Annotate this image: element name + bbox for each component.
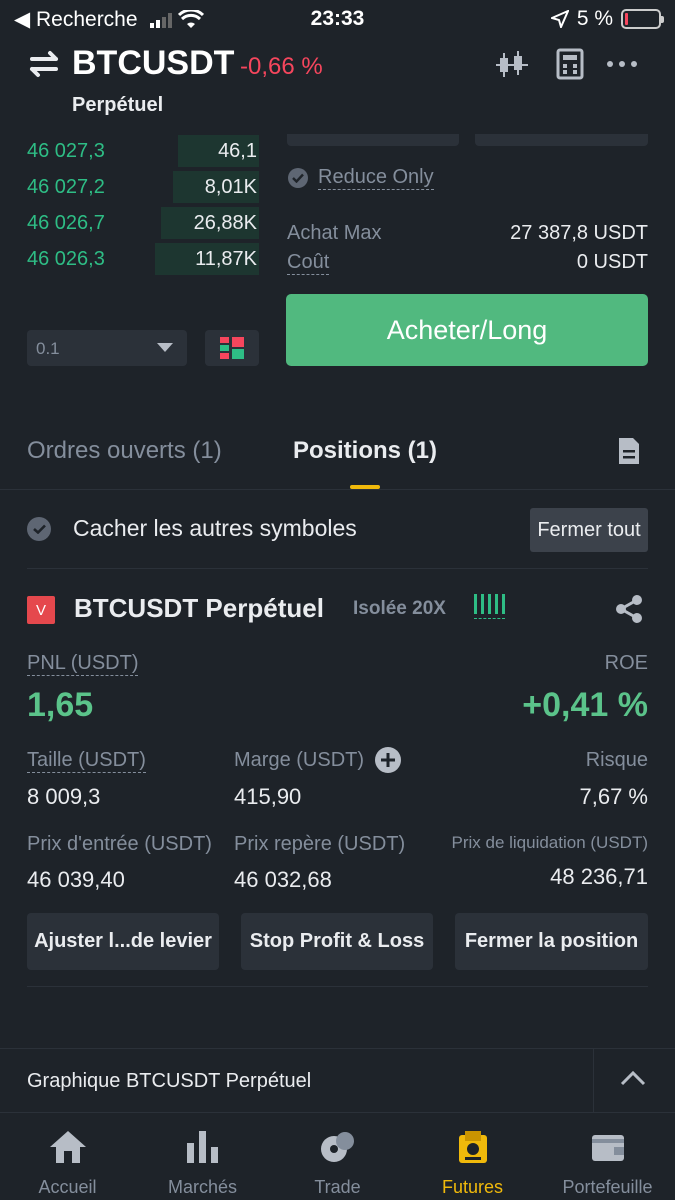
precision-value: 0.1 — [36, 339, 60, 358]
orderbook-price: 46 026,3 — [27, 248, 105, 270]
share-icon[interactable] — [615, 594, 643, 624]
risk-label: Risque — [585, 749, 648, 771]
home-icon — [49, 1131, 86, 1163]
price-field[interactable] — [287, 134, 459, 146]
bottom-nav: Accueil Marchés Trade Futures Portefeuil… — [0, 1112, 675, 1200]
nav-label: Trade — [314, 1177, 361, 1197]
candlestick-chart-icon[interactable] — [496, 48, 528, 80]
orderbook-price: 46 027,2 — [27, 176, 105, 198]
status-right: 5 % — [550, 7, 664, 31]
nav-label: Futures — [441, 1177, 504, 1197]
nav-label: Marchés — [167, 1177, 238, 1197]
mark-price-label: Prix repère (USDT) — [234, 833, 406, 855]
divider — [0, 1048, 675, 1049]
location-icon — [550, 10, 569, 28]
tab-open-orders[interactable]: Ordres ouverts (1) — [27, 437, 222, 465]
nav-trade[interactable]: Trade — [270, 1113, 405, 1200]
nav-label: Portefeuille — [562, 1177, 653, 1197]
orderbook-price: 46 026,7 — [27, 212, 105, 234]
size-label[interactable]: Taille (USDT) — [27, 749, 146, 773]
chevron-up-icon — [620, 1070, 646, 1086]
margin-mode: Isolée 20X — [353, 598, 446, 619]
check-icon[interactable] — [27, 516, 51, 541]
calculator-icon[interactable] — [554, 48, 586, 80]
symbol-title[interactable]: BTCUSDT — [72, 44, 234, 83]
divider — [0, 489, 675, 490]
check-icon[interactable] — [288, 168, 308, 188]
roe-label: ROE — [604, 652, 648, 674]
cost-value: 0 USDT — [576, 251, 648, 273]
roe-value: +0,41 % — [522, 686, 648, 724]
side-badge: V — [27, 596, 55, 624]
orderbook-row[interactable]: 46 026,7 26,88K — [27, 207, 259, 239]
orderbook-qty: 26,88K — [193, 212, 257, 234]
nav-markets[interactable]: Marchés — [135, 1113, 270, 1200]
swap-icon[interactable] — [28, 50, 60, 78]
hide-other-symbols-toggle[interactable]: Cacher les autres symboles — [27, 515, 357, 542]
close-position-button[interactable]: Fermer la position — [455, 913, 648, 970]
divider — [27, 568, 648, 569]
buy-long-button[interactable]: Acheter/Long — [286, 294, 648, 366]
nav-label: Accueil — [38, 1177, 97, 1197]
leverage-bars-icon — [474, 594, 505, 619]
battery-percent: 5 % — [576, 7, 613, 30]
chart-section-title[interactable]: Graphique BTCUSDT Perpétuel — [27, 1070, 311, 1093]
expand-chart-button[interactable] — [593, 1048, 675, 1112]
margin-label: Marge (USDT) — [234, 749, 365, 771]
entry-price-label: Prix d'entrée (USDT) — [27, 833, 212, 855]
markets-icon — [186, 1131, 218, 1163]
add-margin-icon[interactable] — [374, 746, 402, 774]
tab-positions[interactable]: Positions (1) — [293, 437, 437, 465]
adjust-leverage-button[interactable]: Ajuster l...de levier — [27, 913, 219, 970]
precision-select[interactable]: 0.1 — [27, 330, 187, 366]
liquidation-price-label: Prix de liquidation (USDT) — [451, 833, 648, 852]
orderbook-price: 46 027,3 — [27, 140, 105, 162]
orderbook-qty: 46,1 — [218, 140, 257, 162]
amount-field[interactable] — [475, 134, 648, 146]
price-change: -0,66 % — [240, 53, 323, 80]
orderbook-row[interactable]: 46 027,2 8,01K — [27, 171, 259, 203]
risk-value: 7,67 % — [579, 784, 649, 809]
pnl-label[interactable]: PNL (USDT) — [27, 652, 139, 676]
hide-other-symbols-label: Cacher les autres symboles — [73, 515, 357, 541]
orderbook-layout-icon[interactable] — [205, 330, 259, 366]
liquidation-price-value: 48 236,71 — [550, 864, 648, 889]
position-title[interactable]: BTCUSDT Perpétuel — [74, 593, 324, 624]
orderbook-qty: 8,01K — [204, 176, 257, 198]
more-icon[interactable] — [606, 48, 638, 80]
chevron-down-icon — [157, 343, 173, 352]
divider — [27, 986, 648, 987]
order-history-icon[interactable] — [617, 436, 641, 466]
futures-icon — [458, 1131, 487, 1163]
size-value: 8 009,3 — [27, 784, 101, 809]
margin-value: 415,90 — [234, 784, 302, 809]
pnl-value: 1,65 — [27, 686, 94, 724]
trade-icon — [320, 1132, 354, 1162]
tp-sl-button[interactable]: Stop Profit & Loss — [241, 913, 433, 970]
orderbook-row[interactable]: 46 026,3 11,87K — [27, 243, 259, 275]
nav-home[interactable]: Accueil — [0, 1113, 135, 1200]
reduce-only-label: Reduce Only — [318, 166, 434, 190]
orderbook-qty: 11,87K — [195, 248, 257, 270]
nav-wallet[interactable]: Portefeuille — [540, 1113, 675, 1200]
max-buy-value: 27 387,8 USDT — [510, 222, 648, 244]
mark-price-value: 46 032,68 — [234, 867, 332, 892]
contract-type: Perpétuel — [72, 94, 164, 116]
nav-futures[interactable]: Futures — [405, 1113, 540, 1200]
reduce-only-toggle[interactable]: Reduce Only — [288, 166, 434, 190]
orderbook-row[interactable]: 46 027,3 46,1 — [27, 135, 259, 167]
battery-icon — [621, 9, 664, 29]
entry-price-value: 46 039,40 — [27, 867, 125, 892]
cost-label[interactable]: Coût — [287, 251, 330, 275]
close-all-button[interactable]: Fermer tout — [530, 508, 648, 552]
max-buy-label: Achat Max — [287, 222, 382, 244]
wallet-icon — [591, 1135, 624, 1161]
status-bar: ◀ Recherche 23:33 5 % — [0, 0, 675, 38]
